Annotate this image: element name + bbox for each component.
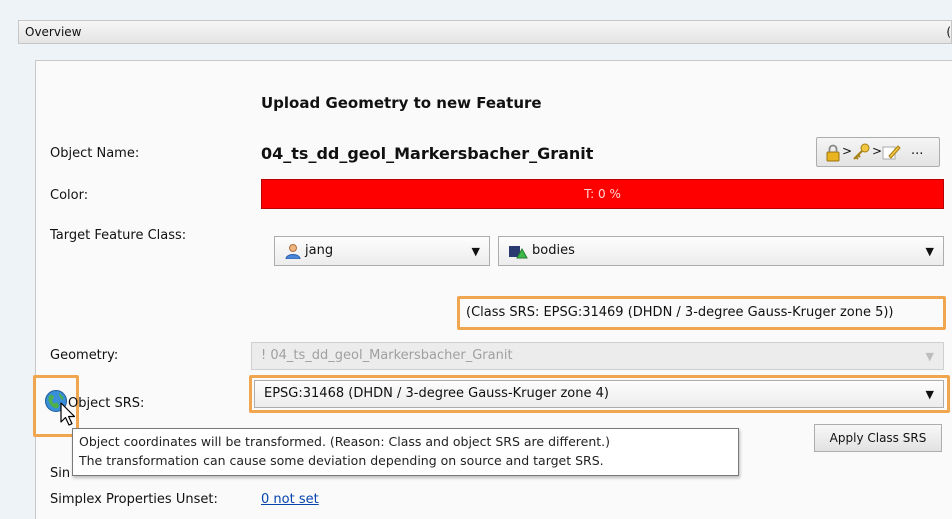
chevron-down-icon: ▼ xyxy=(471,245,480,258)
more-icon: ... xyxy=(911,143,924,158)
object-name-label: Object Name: xyxy=(50,146,140,161)
target-class-label: Target Feature Class: xyxy=(50,228,187,243)
key-icon xyxy=(853,143,870,160)
color-swatch[interactable]: T: 0 % xyxy=(261,179,944,209)
apply-class-srs-button[interactable]: Apply Class SRS xyxy=(814,424,942,452)
lock-icon xyxy=(826,144,840,162)
pencil-icon xyxy=(882,145,901,160)
mouse-cursor-icon xyxy=(60,402,76,426)
object-srs-select[interactable]: EPSG:31468 (DHDN / 3-degree Gauss-Kruger… xyxy=(254,380,944,408)
geometry-value: ! 04_ts_dd_geol_Markersbacher_Granit xyxy=(261,348,513,363)
bodies-icon xyxy=(509,246,528,259)
feature-class-value: bodies xyxy=(532,243,575,258)
permissions-button[interactable]: > > ... xyxy=(816,137,940,167)
tooltip-line-1: Object coordinates will be transformed. … xyxy=(79,434,611,449)
simplex-unset-label: Simplex Properties Unset: xyxy=(50,492,218,507)
object-srs-value: EPSG:31468 (DHDN / 3-degree Gauss-Kruger… xyxy=(264,386,609,401)
overview-edge-glyph: ( xyxy=(946,25,951,39)
overview-header[interactable]: Overview ( xyxy=(18,20,952,44)
chevron-down-icon: ▼ xyxy=(925,388,934,401)
chevron-down-icon: ▼ xyxy=(925,350,934,363)
user-select[interactable]: jang ▼ xyxy=(274,236,490,266)
color-label: Color: xyxy=(50,188,89,203)
geometry-label: Geometry: xyxy=(50,348,119,363)
user-select-value: jang xyxy=(305,243,334,258)
user-icon xyxy=(285,244,301,259)
object-srs-label: Object SRS: xyxy=(68,396,145,411)
form-heading: Upload Geometry to new Feature xyxy=(261,94,542,112)
simplex-unset-link[interactable]: 0 not set xyxy=(261,492,319,507)
geometry-select: ! 04_ts_dd_geol_Markersbacher_Granit ▼ xyxy=(251,342,944,370)
object-name-value: 04_ts_dd_geol_Markersbacher_Granit xyxy=(261,144,594,163)
class-srs-note: (Class SRS: EPSG:31469 (DHDN / 3-degree … xyxy=(466,305,894,320)
overview-title: Overview xyxy=(25,25,82,39)
transform-tooltip: Object coordinates will be transformed. … xyxy=(72,428,739,476)
tooltip-line-2: The transformation can cause some deviat… xyxy=(79,453,604,468)
feature-class-select[interactable]: bodies ▼ xyxy=(498,236,944,266)
simplex-label-partial: Sin xyxy=(50,466,71,481)
chevron-down-icon: ▼ xyxy=(925,245,934,258)
